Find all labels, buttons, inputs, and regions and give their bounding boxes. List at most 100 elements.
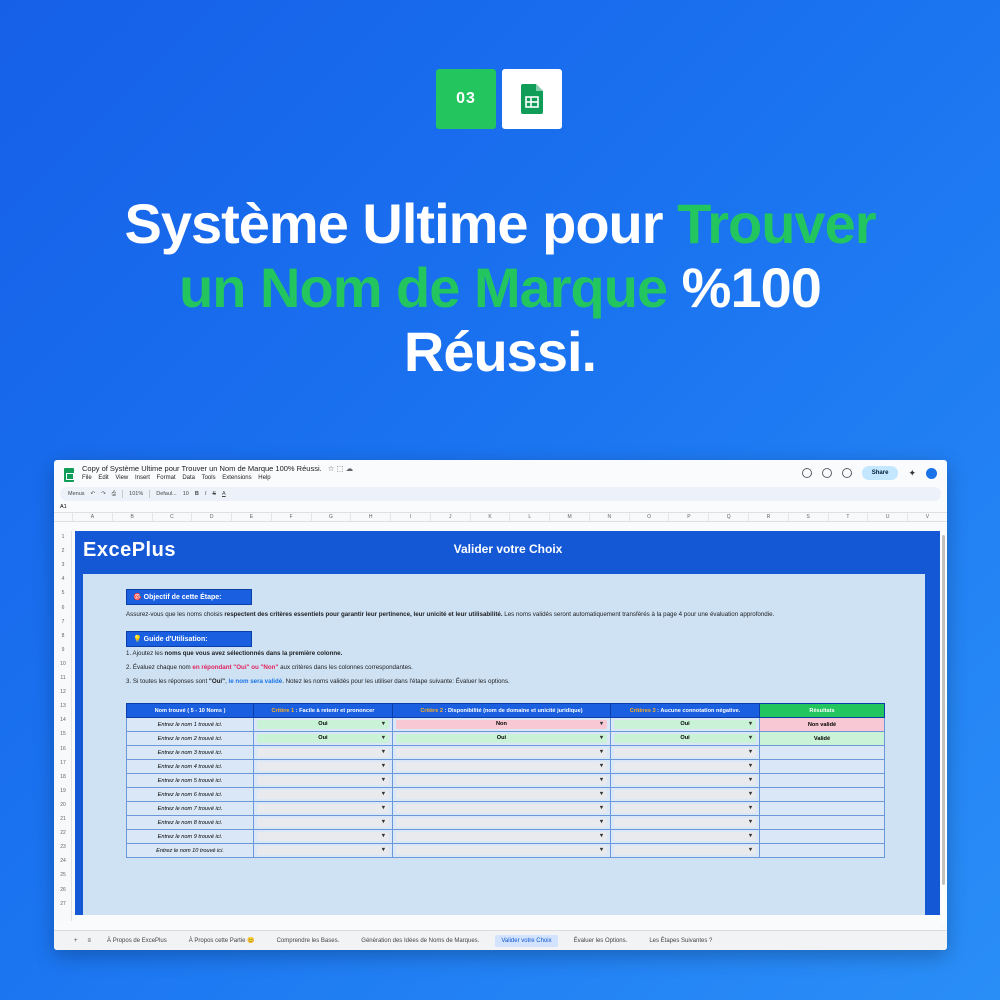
strike-icon[interactable]: S: [212, 491, 216, 497]
criterion-dropdown[interactable]: [614, 762, 756, 771]
criterion-dropdown[interactable]: [395, 776, 608, 785]
add-sheet-icon[interactable]: +: [74, 938, 78, 944]
row-header[interactable]: 23: [54, 844, 72, 850]
bold-icon[interactable]: B: [195, 491, 199, 497]
criterion-dropdown[interactable]: [395, 804, 608, 813]
document-title[interactable]: Copy of Système Ultime pour Trouver un N…: [82, 464, 322, 473]
row-header[interactable]: 25: [54, 872, 72, 878]
criterion-dropdown[interactable]: [257, 762, 389, 771]
criterion-dropdown[interactable]: [395, 790, 608, 799]
font-size-input[interactable]: 10: [183, 491, 189, 497]
row-header[interactable]: 14: [54, 717, 72, 723]
criterion-dropdown[interactable]: Oui: [614, 720, 756, 729]
tab-idea-generation[interactable]: Génération des Idées de Noms de Marques.: [355, 935, 485, 947]
comment-icon[interactable]: [821, 468, 832, 478]
row-header[interactable]: 9: [54, 647, 72, 653]
row-header[interactable]: 27: [54, 901, 72, 907]
name-cell[interactable]: Entrez le nom 9 trouvé ici.: [126, 829, 254, 844]
row-header[interactable]: 24: [54, 858, 72, 864]
tab-about-exceplus[interactable]: À Propos de ExcePlus: [101, 935, 173, 947]
row-header[interactable]: 21: [54, 816, 72, 822]
menu-file[interactable]: File: [82, 475, 92, 481]
criterion-dropdown[interactable]: Oui: [257, 734, 389, 743]
criterion-dropdown[interactable]: [257, 818, 389, 827]
row-header[interactable]: 8: [54, 633, 72, 639]
row-header[interactable]: 5: [54, 590, 72, 596]
text-color-icon[interactable]: A: [222, 491, 226, 497]
column-header[interactable]: D: [191, 513, 231, 521]
criterion-dropdown[interactable]: Oui: [257, 720, 389, 729]
vertical-scrollbar[interactable]: [940, 531, 947, 921]
menu-view[interactable]: View: [115, 475, 128, 481]
row-header[interactable]: 13: [54, 703, 72, 709]
column-header[interactable]: H: [350, 513, 390, 521]
criterion-dropdown[interactable]: [395, 818, 608, 827]
column-header[interactable]: V: [907, 513, 947, 521]
column-header[interactable]: O: [628, 513, 669, 521]
row-header[interactable]: 15: [54, 731, 72, 737]
criterion-dropdown[interactable]: [614, 776, 756, 785]
column-header[interactable]: A: [72, 513, 112, 521]
row-header[interactable]: 18: [54, 774, 72, 780]
menu-edit[interactable]: Edit: [98, 475, 108, 481]
menu-format[interactable]: Format: [157, 475, 176, 481]
criterion-dropdown[interactable]: [395, 846, 608, 855]
gemini-icon[interactable]: ✦: [908, 468, 916, 479]
row-header[interactable]: 6: [54, 605, 72, 611]
redo-icon[interactable]: ↷: [101, 491, 106, 497]
all-sheets-icon[interactable]: ≡: [88, 938, 92, 944]
column-header[interactable]: C: [151, 513, 192, 521]
avatar[interactable]: [926, 467, 937, 479]
name-cell[interactable]: Entrez le nom 8 trouvé ici.: [126, 815, 254, 830]
name-cell[interactable]: Entrez le nom 4 trouvé ici.: [126, 759, 254, 774]
sheets-app-icon[interactable]: [64, 468, 74, 482]
tab-about-part[interactable]: À Propos cette Partie 😊: [183, 934, 261, 947]
criterion-dropdown[interactable]: [257, 846, 389, 855]
criterion-dropdown[interactable]: [614, 832, 756, 841]
name-cell[interactable]: Entrez le nom 5 trouvé ici.: [126, 773, 254, 788]
criterion-dropdown[interactable]: [257, 748, 389, 757]
tab-validate-choice[interactable]: Valider votre Choix: [495, 934, 558, 947]
row-header[interactable]: 7: [54, 619, 72, 625]
row-header[interactable]: 22: [54, 830, 72, 836]
tab-evaluate-options[interactable]: Évaluer les Options.: [568, 935, 634, 947]
zoom-select[interactable]: 101%: [129, 491, 143, 497]
criterion-dropdown[interactable]: [257, 790, 389, 799]
criterion-dropdown[interactable]: [614, 790, 756, 799]
name-cell[interactable]: Entrez le nom 10 trouvé ici.: [126, 843, 254, 858]
column-header[interactable]: R: [748, 513, 788, 521]
criterion-dropdown[interactable]: [257, 776, 389, 785]
tab-basics[interactable]: Comprendre les Bases.: [271, 935, 346, 947]
row-header[interactable]: 20: [54, 802, 72, 808]
star-icon[interactable]: ☆ ⬚ ☁: [328, 464, 353, 473]
criterion-dropdown[interactable]: [257, 804, 389, 813]
criterion-dropdown[interactable]: [614, 748, 756, 757]
menu-help[interactable]: Help: [258, 475, 270, 481]
column-header[interactable]: U: [867, 513, 907, 521]
name-cell[interactable]: Entrez le nom 3 trouvé ici.: [126, 745, 254, 760]
name-cell[interactable]: Entrez le nom 2 trouvé ici.: [126, 731, 254, 746]
row-header[interactable]: 26: [54, 887, 72, 893]
criterion-dropdown[interactable]: [614, 804, 756, 813]
row-header[interactable]: 12: [54, 689, 72, 695]
criterion-dropdown[interactable]: [395, 832, 608, 841]
menu-data[interactable]: Data: [182, 475, 195, 481]
criterion-dropdown[interactable]: Non: [395, 720, 608, 729]
menu-extensions[interactable]: Extensions: [222, 475, 251, 481]
italic-icon[interactable]: I: [205, 491, 207, 497]
column-header[interactable]: E: [231, 513, 271, 521]
row-header[interactable]: 17: [54, 760, 72, 766]
column-header[interactable]: K: [469, 513, 510, 521]
menu-insert[interactable]: Insert: [135, 475, 150, 481]
row-header[interactable]: 10: [54, 661, 72, 667]
row-header[interactable]: 1: [54, 534, 72, 540]
column-header[interactable]: M: [549, 513, 589, 521]
row-header[interactable]: 16: [54, 746, 72, 752]
criterion-dropdown[interactable]: [257, 832, 389, 841]
menu-tools[interactable]: Tools: [202, 475, 216, 481]
name-cell[interactable]: Entrez le nom 6 trouvé ici.: [126, 787, 254, 802]
column-header[interactable]: L: [509, 513, 549, 521]
name-cell[interactable]: Entrez le nom 7 trouvé ici.: [126, 801, 254, 816]
cell-reference[interactable]: A1: [60, 504, 67, 510]
print-icon[interactable]: ⎙: [112, 491, 116, 498]
